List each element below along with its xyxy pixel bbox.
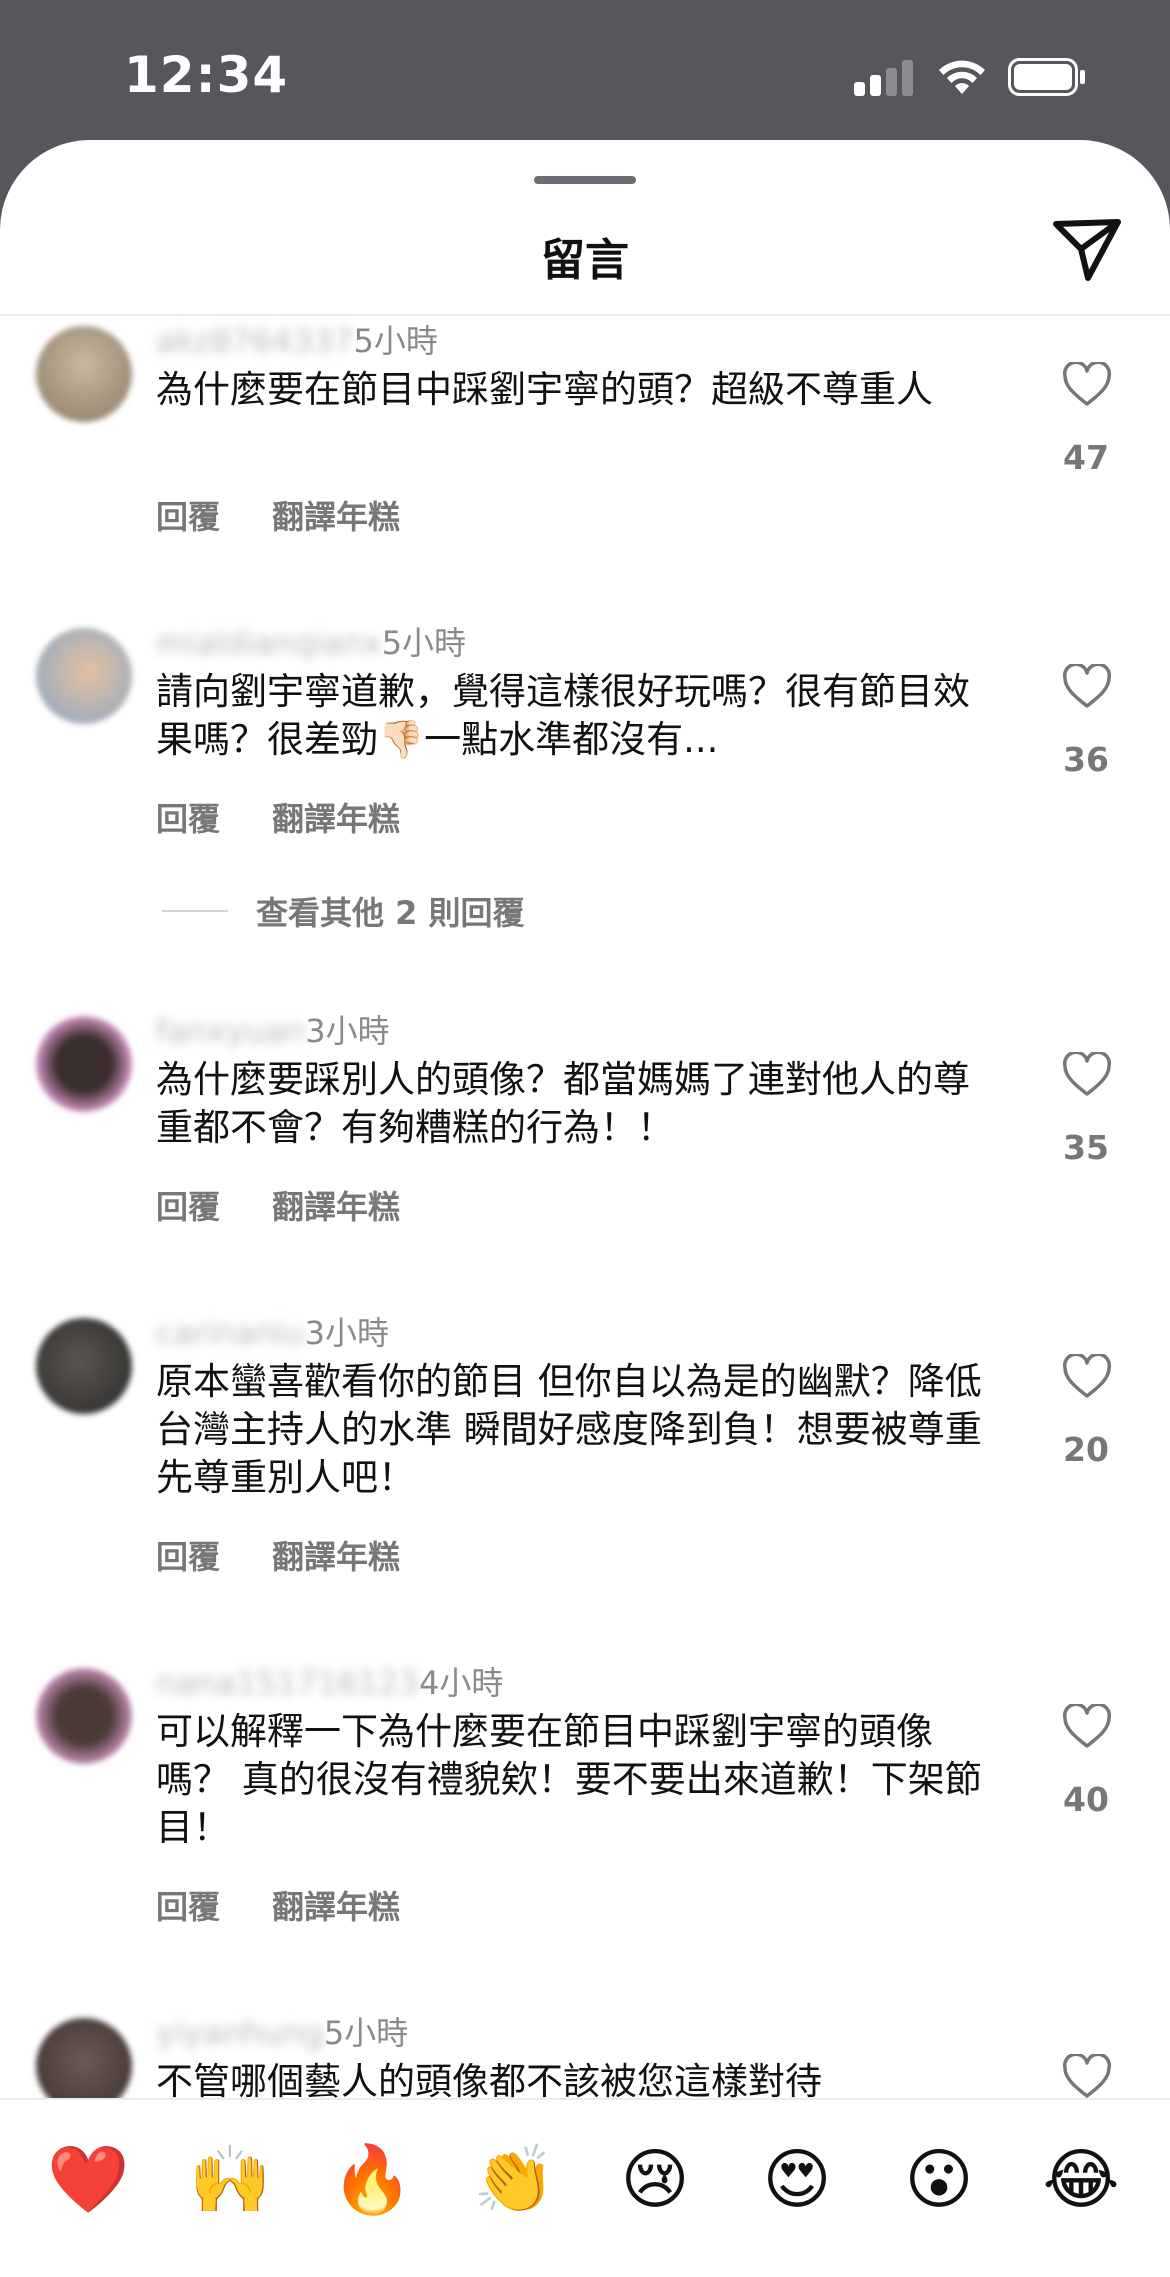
- comment-text: 為什麼要踩別人的頭像？都當媽媽了連對他人的尊重都不會？有夠糟糕的行為！！: [156, 1058, 970, 1149]
- emoji-heart-eyes[interactable]: 😍: [757, 2140, 837, 2220]
- comment-item: fanxyuan3小時 為什麼要踩別人的頭像？都當媽媽了連對他人的尊重都不會？有…: [0, 1006, 1170, 1246]
- like-heart-icon[interactable]: [1062, 362, 1112, 408]
- comment-username[interactable]: akz87643375小時: [156, 316, 438, 362]
- comment-text: 請向劉宇寧道歉，覺得這樣很好玩嗎？很有節目效果嗎？很差勁👎🏻一點水準都沒有...: [156, 670, 970, 761]
- comment-actions: 回覆 翻譯年糕: [156, 1532, 452, 1578]
- send-icon[interactable]: [1052, 216, 1122, 282]
- reply-button[interactable]: 回覆: [156, 1188, 220, 1226]
- comment-list[interactable]: akz87643375小時 為什麼要在節目中踩劉宇寧的頭？超級不尊重人 回覆翻譯…: [0, 316, 1170, 2238]
- avatar[interactable]: [36, 628, 132, 724]
- comment-username[interactable]: mialdianqianx5小時: [156, 618, 466, 664]
- cellular-signal-icon: [854, 60, 914, 96]
- comment-time: 3小時: [305, 1012, 390, 1050]
- comment-time: 5小時: [323, 2014, 409, 2052]
- comment-actions: 回覆 翻譯年糕: [156, 794, 452, 840]
- comment-item: carinaniu3小時 原本蠻喜歡看你的節目 但你自以為是的幽默？降低台灣主持…: [0, 1308, 1170, 1608]
- emoji-raised-hands[interactable]: 🙌: [189, 2140, 271, 2220]
- comment-time: 5小時: [381, 624, 467, 662]
- translate-button[interactable]: 翻譯年糕: [272, 800, 400, 838]
- comment-text: 可以解釋一下為什麼要在節目中踩劉宇寧的頭像嗎？ 真的很沒有禮貌欸！要不要出來道歉…: [156, 1710, 982, 1849]
- reply-button[interactable]: 回覆: [156, 800, 220, 838]
- comment-time: 4小時: [419, 1664, 504, 1702]
- like-count: 36: [1063, 740, 1109, 779]
- comment-text: 原本蠻喜歡看你的節目 但你自以為是的幽默？降低台灣主持人的水準 瞬間好感度降到負…: [156, 1360, 982, 1499]
- comment-time: 3小時: [304, 1314, 389, 1352]
- comment-username[interactable]: nana1517161234小時: [156, 1658, 503, 1704]
- translate-button[interactable]: 翻譯年糕: [272, 1188, 400, 1226]
- avatar[interactable]: [36, 1016, 132, 1112]
- emoji-fire[interactable]: 🔥: [331, 2140, 413, 2220]
- comment-item: akz87643375小時 為什麼要在節目中踩劉宇寧的頭？超級不尊重人 回覆 翻譯…: [0, 316, 1170, 536]
- emoji-quick-bar: ❤️ 🙌 🔥 👏 😢 😍 😮 😂: [0, 2098, 1170, 2277]
- emoji-clapping[interactable]: 👏: [473, 2140, 555, 2220]
- like-heart-icon[interactable]: [1062, 1354, 1112, 1400]
- comment-username[interactable]: yiyanhung5小時: [156, 2008, 408, 2054]
- reply-button[interactable]: 回覆: [156, 1888, 220, 1926]
- sheet-grabber[interactable]: [534, 176, 636, 184]
- translate-button[interactable]: 翻譯年糕: [272, 498, 400, 536]
- comment-time: 5小時: [353, 322, 438, 360]
- like-count: 40: [1063, 1780, 1109, 1819]
- emoji-laughing[interactable]: 😂: [1041, 2140, 1121, 2220]
- comment-actions: 回覆 翻譯年糕: [156, 1882, 452, 1928]
- emoji-heart[interactable]: ❤️: [47, 2140, 129, 2220]
- like-heart-icon[interactable]: [1062, 2054, 1112, 2100]
- view-more-replies[interactable]: 查看其他 2 則回覆: [162, 888, 525, 934]
- emoji-surprised[interactable]: 😮: [899, 2140, 979, 2220]
- comment-username[interactable]: fanxyuan3小時: [156, 1006, 390, 1052]
- view-more-line: [162, 910, 228, 912]
- avatar[interactable]: [36, 326, 132, 422]
- like-heart-icon[interactable]: [1062, 664, 1112, 710]
- reply-button[interactable]: 回覆: [156, 498, 220, 536]
- comments-sheet: 留言 akz87643375小時 為什麼要在節目中踩劉宇寧的頭？超級不尊重人 回…: [0, 140, 1170, 2277]
- avatar[interactable]: [36, 1668, 132, 1764]
- comment-username[interactable]: carinaniu3小時: [156, 1308, 389, 1354]
- comment-actions: 回覆 翻譯年糕: [156, 492, 452, 538]
- avatar[interactable]: [36, 1318, 132, 1414]
- comment-actions: 回覆 翻譯年糕: [156, 1182, 452, 1228]
- translate-button[interactable]: 翻譯年糕: [272, 1538, 400, 1576]
- emoji-crying[interactable]: 😢: [615, 2140, 695, 2220]
- status-time: 12:34: [124, 46, 289, 104]
- like-heart-icon[interactable]: [1062, 1704, 1112, 1750]
- like-count: 35: [1063, 1128, 1109, 1167]
- comment-text: 為什麼要在節目中踩劉宇寧的頭？超級不尊重人: [156, 368, 933, 411]
- sheet-title: 留言: [541, 235, 629, 286]
- comment-item: nana1517161234小時 可以解釋一下為什麼要在節目中踩劉宇寧的頭像嗎？…: [0, 1658, 1170, 1958]
- wifi-icon: [939, 60, 985, 94]
- translate-button[interactable]: 翻譯年糕: [272, 1888, 400, 1926]
- battery-icon: [1008, 58, 1085, 96]
- like-count: 47: [1063, 438, 1109, 477]
- status-bar: 12:34: [0, 0, 1170, 140]
- like-heart-icon[interactable]: [1062, 1052, 1112, 1098]
- like-count: 20: [1063, 1430, 1109, 1469]
- comment-item: mialdianqianx5小時 請向劉宇寧道歉，覺得這樣很好玩嗎？很有節目效果…: [0, 618, 1170, 958]
- reply-button[interactable]: 回覆: [156, 1538, 220, 1576]
